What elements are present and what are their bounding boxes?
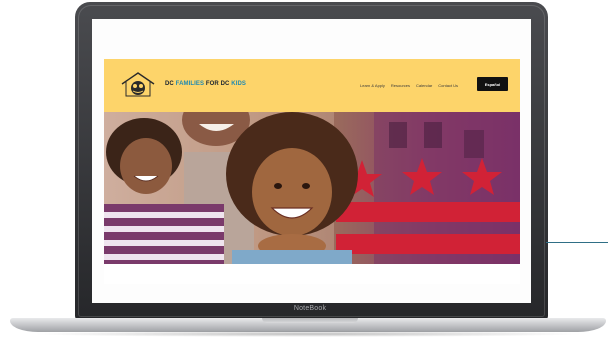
page-below-hero <box>104 264 520 284</box>
nav-resources[interactable]: Resources <box>391 83 410 88</box>
eye <box>274 183 282 189</box>
site-title-dc: DC <box>165 81 176 87</box>
nav-contact-us[interactable]: Contact Us <box>438 83 458 88</box>
site-title-kids: KIDS <box>231 81 247 87</box>
hero-illustration <box>104 112 520 264</box>
site-header: DC FAMILIES FOR DC KIDS Learn & Apply Re… <box>104 59 520 112</box>
shirt-stripe <box>104 240 224 246</box>
flag-bar-top <box>336 202 520 222</box>
site-logo[interactable] <box>118 70 158 100</box>
child-left-face <box>120 138 172 194</box>
shirt-stripe <box>104 212 224 218</box>
window-shape <box>424 122 442 148</box>
window-shape <box>389 122 407 148</box>
site-title-families: FAMILIES <box>175 81 206 87</box>
main-nav: Learn & Apply Resources Calendar Contact… <box>360 83 458 88</box>
shirt-stripe <box>104 226 224 232</box>
nav-learn-apply[interactable]: Learn & Apply <box>360 83 385 88</box>
laptop-base-notch <box>262 318 358 323</box>
laptop-brand-label: NoteBook <box>293 305 327 312</box>
child-center-face <box>252 148 332 236</box>
laptop-shadow <box>30 331 586 337</box>
flag-bar-bottom <box>336 234 520 254</box>
shirt-stripe <box>104 254 224 260</box>
eye <box>302 183 310 189</box>
site-title-for-dc: FOR DC <box>205 81 232 87</box>
window-shape <box>464 130 484 158</box>
website: DC FAMILIES FOR DC KIDS Learn & Apply Re… <box>104 59 520 284</box>
nav-calendar[interactable]: Calendar <box>416 83 432 88</box>
language-button[interactable]: Español <box>477 77 508 91</box>
child-center-shirt <box>232 250 352 264</box>
hero-image <box>104 112 520 264</box>
site-title[interactable]: DC FAMILIES FOR DC KIDS <box>165 81 246 87</box>
laptop-screen: DC FAMILIES FOR DC KIDS Learn & Apply Re… <box>92 19 531 303</box>
pointer-line <box>546 242 608 243</box>
